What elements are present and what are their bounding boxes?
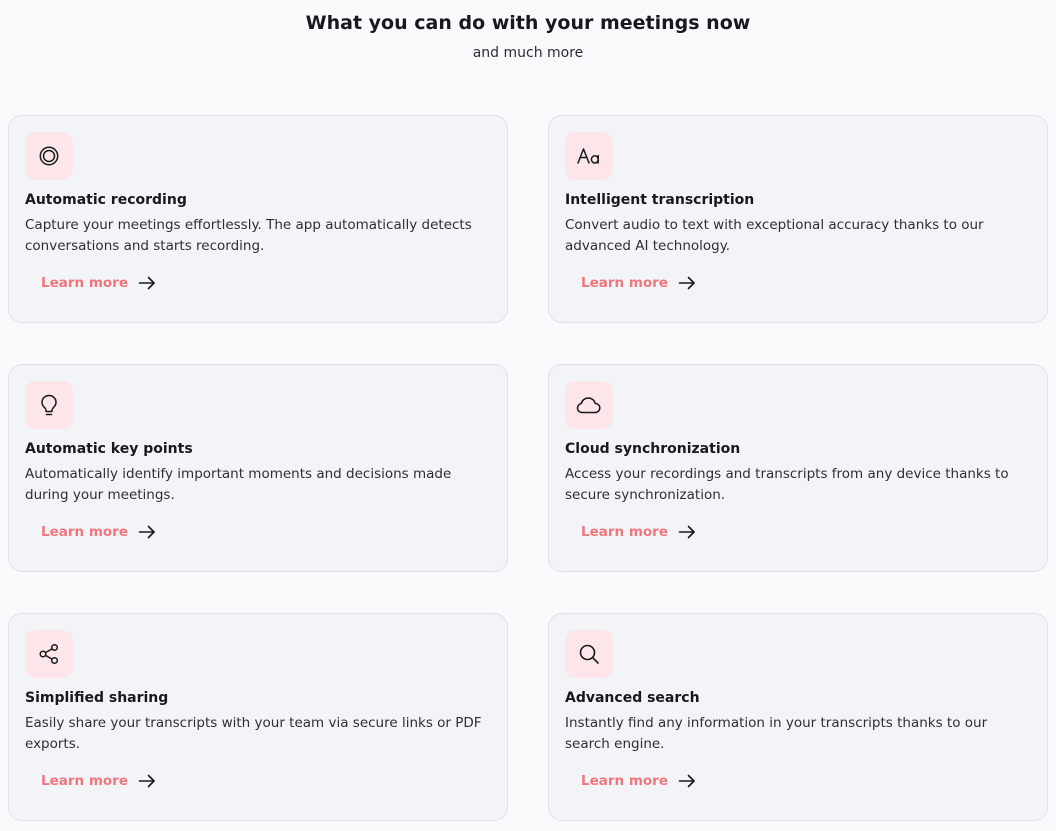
feature-icon-box: [565, 381, 613, 429]
page-title: What you can do with your meetings now: [305, 12, 751, 34]
arrow-right-icon: [138, 276, 155, 290]
feature-title: Simplified sharing: [25, 690, 169, 706]
cloud-icon: [576, 397, 601, 414]
arrow-right-icon: [138, 774, 155, 788]
record-icon: [39, 146, 59, 166]
feature-card-automatic-recording: Automatic recording Capture your meeting…: [8, 115, 508, 323]
learn-more-label: Learn more: [41, 773, 128, 789]
arrow-right-icon: [678, 276, 695, 290]
feature-card-cloud-synchronization: Cloud synchronization Access your record…: [548, 364, 1048, 572]
feature-icon-box: [25, 381, 73, 429]
feature-description: Access your recordings and transcripts f…: [565, 466, 1009, 503]
page-subtitle: and much more: [472, 45, 584, 61]
learn-more-link[interactable]: Learn more: [41, 522, 156, 542]
share-icon: [39, 643, 59, 665]
feature-title: Automatic recording: [25, 192, 187, 208]
search-icon: [579, 644, 599, 664]
arrow-right-icon: [678, 525, 695, 539]
learn-more-label: Learn more: [41, 275, 128, 291]
learn-more-label: Learn more: [581, 524, 668, 540]
feature-description: Capture your meetings effortlessly. The …: [25, 217, 472, 254]
feature-icon-box: [565, 630, 613, 678]
feature-description: Instantly find any information in your t…: [565, 715, 988, 752]
text-aa-icon: [577, 148, 599, 164]
feature-card-simplified-sharing: Simplified sharing Easily share your tra…: [8, 613, 508, 821]
learn-more-link[interactable]: Learn more: [581, 771, 696, 791]
feature-icon-box: [25, 132, 73, 180]
feature-description: Easily share your transcripts with your …: [25, 715, 482, 752]
arrow-right-icon: [138, 525, 155, 539]
learn-more-link[interactable]: Learn more: [41, 273, 156, 293]
feature-title: Intelligent transcription: [565, 192, 755, 208]
feature-title: Automatic key points: [25, 441, 193, 457]
feature-icon-box: [565, 132, 613, 180]
learn-more-link[interactable]: Learn more: [581, 273, 696, 293]
feature-card-intelligent-transcription: Intelligent transcription Convert audio …: [548, 115, 1048, 323]
feature-description: Automatically identify important moments…: [25, 466, 452, 503]
learn-more-link[interactable]: Learn more: [41, 771, 156, 791]
feature-card-advanced-search: Advanced search Instantly find any infor…: [548, 613, 1048, 821]
feature-grid: Automatic recording Capture your meeting…: [8, 115, 1048, 821]
feature-card-automatic-key-points: Automatic key points Automatically ident…: [8, 364, 508, 572]
feature-title: Advanced search: [565, 690, 700, 706]
feature-icon-box: [25, 630, 73, 678]
lightbulb-icon: [41, 394, 57, 416]
learn-more-label: Learn more: [581, 275, 668, 291]
learn-more-label: Learn more: [581, 773, 668, 789]
learn-more-label: Learn more: [41, 524, 128, 540]
features-page: What you can do with your meetings now a…: [0, 0, 1056, 831]
feature-description: Convert audio to text with exceptional a…: [565, 217, 984, 254]
learn-more-link[interactable]: Learn more: [581, 522, 696, 542]
features-header: What you can do with your meetings now a…: [0, 0, 1056, 63]
feature-title: Cloud synchronization: [565, 441, 741, 457]
arrow-right-icon: [678, 774, 695, 788]
